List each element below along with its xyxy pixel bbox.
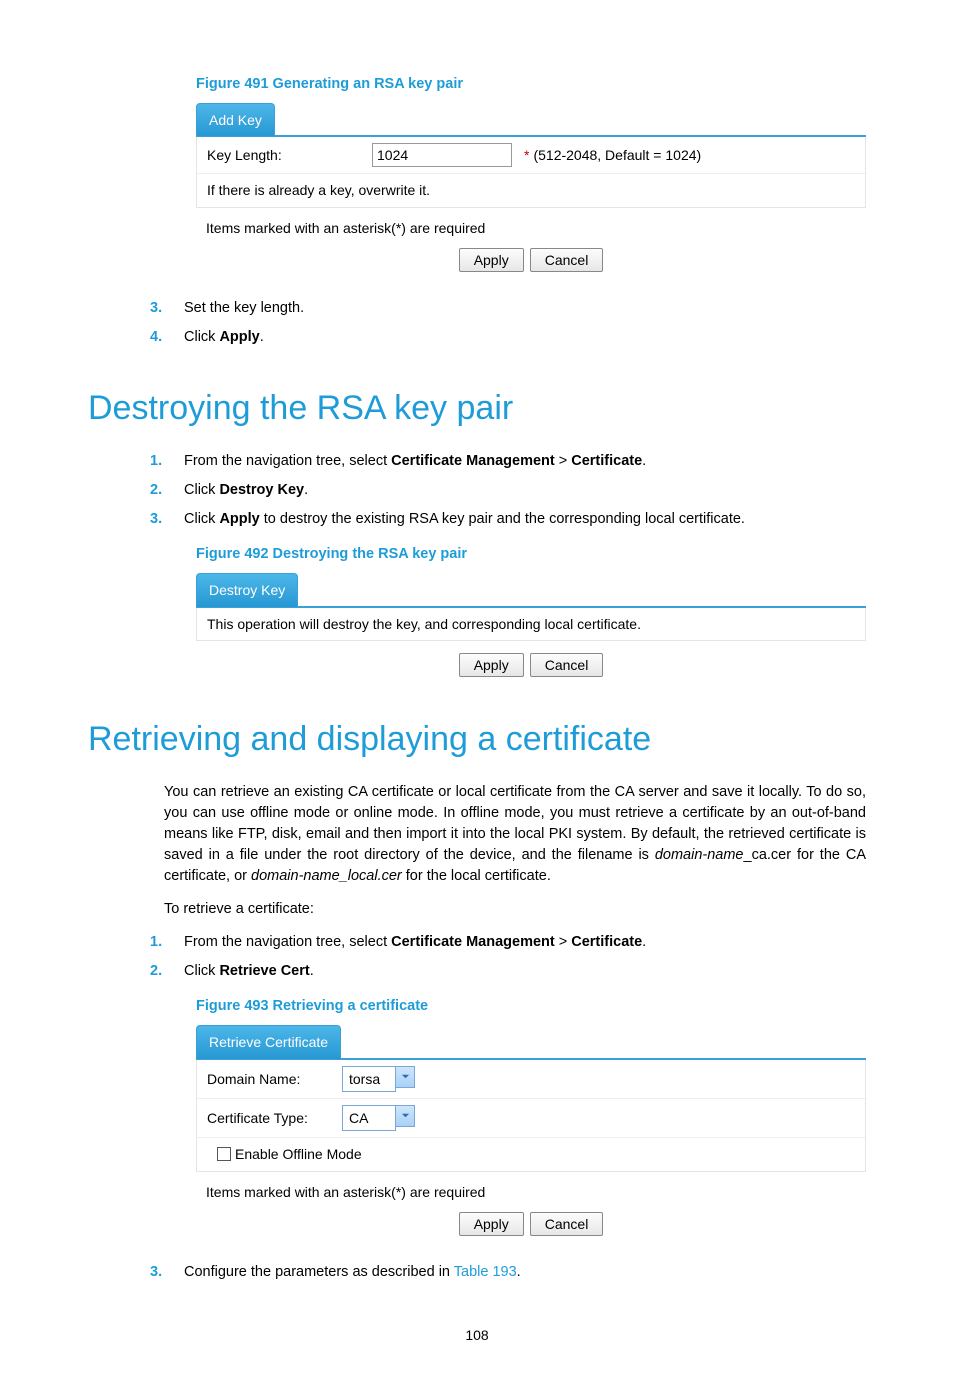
certificate-type-select[interactable]: CA bbox=[342, 1105, 415, 1131]
cancel-button[interactable]: Cancel bbox=[530, 1212, 604, 1236]
retrieve-certificate-tab[interactable]: Retrieve Certificate bbox=[196, 1025, 341, 1058]
step-number: 1. bbox=[150, 451, 184, 472]
figure-491-caption: Figure 491 Generating an RSA key pair bbox=[196, 74, 866, 95]
figure-491-panel: Add Key Key Length: * (512-2048, Default… bbox=[196, 103, 866, 274]
step-number: 2. bbox=[150, 480, 184, 501]
certificate-type-label: Certificate Type: bbox=[207, 1108, 342, 1128]
step-text: Click Retrieve Cert. bbox=[184, 961, 314, 982]
section-title-destroying: Destroying the RSA key pair bbox=[88, 384, 866, 433]
figure-493-panel: Retrieve Certificate Domain Name: torsa … bbox=[196, 1025, 866, 1237]
page-number: 108 bbox=[88, 1325, 866, 1345]
destroy-key-tab[interactable]: Destroy Key bbox=[196, 573, 298, 606]
retrieve-paragraph: You can retrieve an existing CA certific… bbox=[164, 782, 866, 887]
step-text: Click Apply. bbox=[184, 327, 264, 348]
step-number: 2. bbox=[150, 961, 184, 982]
chevron-down-icon[interactable] bbox=[396, 1066, 415, 1088]
chevron-down-icon[interactable] bbox=[396, 1105, 415, 1127]
figure-492-caption: Figure 492 Destroying the RSA key pair bbox=[196, 544, 866, 565]
cancel-button[interactable]: Cancel bbox=[530, 653, 604, 677]
destroy-note: This operation will destroy the key, and… bbox=[197, 608, 865, 640]
figure-492-panel: Destroy Key This operation will destroy … bbox=[196, 573, 866, 679]
key-length-hint: (512-2048, Default = 1024) bbox=[533, 145, 701, 165]
step-text: Click Destroy Key. bbox=[184, 480, 308, 501]
required-note: Items marked with an asterisk(*) are req… bbox=[196, 214, 866, 242]
step-number: 1. bbox=[150, 932, 184, 953]
cancel-button[interactable]: Cancel bbox=[530, 248, 604, 272]
apply-button[interactable]: Apply bbox=[459, 248, 524, 272]
key-length-input[interactable] bbox=[372, 143, 512, 167]
step-text: From the navigation tree, select Certifi… bbox=[184, 932, 646, 953]
step-number: 3. bbox=[150, 298, 184, 319]
key-length-label: Key Length: bbox=[207, 145, 372, 165]
section-title-retrieving: Retrieving and displaying a certificate bbox=[88, 715, 866, 764]
step-text: Configure the parameters as described in… bbox=[184, 1262, 521, 1283]
retrieve-lead: To retrieve a certificate: bbox=[164, 899, 866, 920]
table-193-link[interactable]: Table 193 bbox=[454, 1264, 517, 1280]
required-note: Items marked with an asterisk(*) are req… bbox=[196, 1178, 866, 1206]
add-key-tab[interactable]: Add Key bbox=[196, 103, 275, 136]
step-text: Set the key length. bbox=[184, 298, 304, 319]
step-number: 4. bbox=[150, 327, 184, 348]
overwrite-note: If there is already a key, overwrite it. bbox=[197, 174, 865, 206]
step-number: 3. bbox=[150, 509, 184, 530]
domain-name-select[interactable]: torsa bbox=[342, 1066, 415, 1092]
figure-493-caption: Figure 493 Retrieving a certificate bbox=[196, 996, 866, 1017]
apply-button[interactable]: Apply bbox=[459, 1212, 524, 1236]
enable-offline-label: Enable Offline Mode bbox=[235, 1144, 362, 1164]
domain-name-label: Domain Name: bbox=[207, 1069, 342, 1089]
step-text: Click Apply to destroy the existing RSA … bbox=[184, 509, 745, 530]
required-asterisk: * bbox=[524, 145, 529, 165]
step-number: 3. bbox=[150, 1262, 184, 1283]
step-text: From the navigation tree, select Certifi… bbox=[184, 451, 646, 472]
enable-offline-checkbox[interactable] bbox=[217, 1147, 231, 1161]
apply-button[interactable]: Apply bbox=[459, 653, 524, 677]
